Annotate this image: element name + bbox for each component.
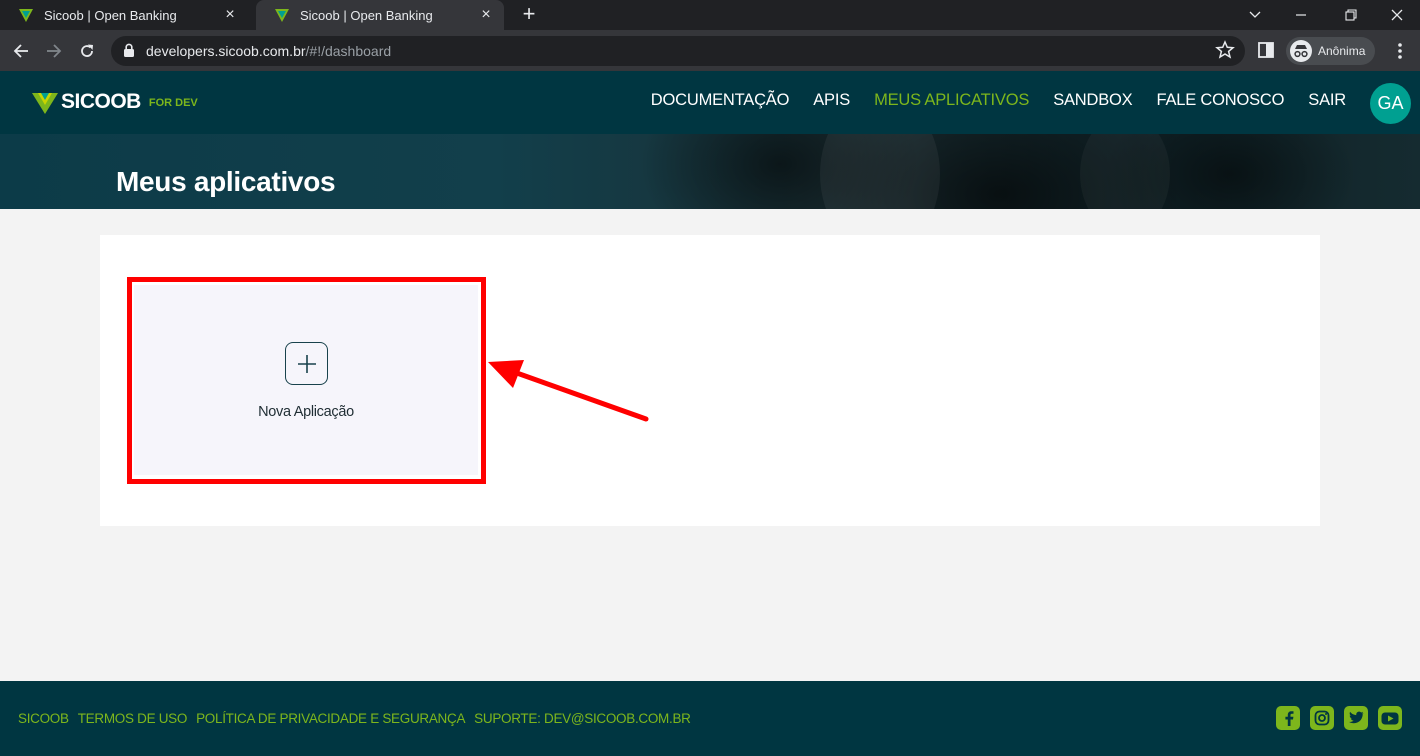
main-menu: DOCUMENTAÇÃO APIS MEUS APLICATIVOS SANDB… (651, 91, 1346, 110)
footer-link-sicoob[interactable]: SICOOB (18, 711, 69, 726)
hero-background-image (1080, 134, 1170, 209)
back-icon[interactable] (8, 38, 34, 64)
minimize-icon[interactable] (1278, 0, 1324, 30)
youtube-icon[interactable] (1378, 706, 1402, 730)
menu-item-sair[interactable]: SAIR (1308, 91, 1346, 110)
new-tab-button[interactable]: + (518, 3, 540, 25)
tab-search-chevron-icon[interactable] (1232, 0, 1278, 30)
tab-title: Sicoob | Open Banking (44, 7, 177, 23)
brand-suffix: FOR DEV (148, 97, 198, 109)
restore-icon[interactable] (1328, 0, 1374, 30)
profile-label: Anônima (1318, 44, 1366, 58)
incognito-icon (1290, 40, 1312, 62)
url-host: developers.sicoob.com.br (146, 43, 306, 59)
brand-name: SICOOB (61, 90, 141, 113)
twitter-icon[interactable] (1344, 706, 1368, 730)
lock-icon (124, 43, 134, 57)
sicoob-favicon-icon (19, 9, 33, 22)
menu-item-meus-aplicativos[interactable]: MEUS APLICATIVOS (874, 91, 1029, 110)
menu-item-sandbox[interactable]: SANDBOX (1053, 91, 1132, 110)
instagram-icon[interactable] (1310, 706, 1334, 730)
footer-links: SICOOB TERMOS DE USO POLÍTICA DE PRIVACI… (18, 711, 691, 726)
tab-title: Sicoob | Open Banking (300, 7, 433, 23)
address-bar-url: developers.sicoob.com.br/#!/dashboard (146, 43, 391, 59)
incognito-profile-button[interactable]: Anônima (1286, 37, 1376, 65)
annotation-arrow-icon (488, 360, 649, 422)
reload-icon[interactable] (74, 38, 100, 64)
side-panel-icon[interactable] (1256, 40, 1276, 60)
footer-link-termos-de-uso[interactable]: TERMOS DE USO (78, 711, 188, 726)
hero-background-image (820, 134, 940, 209)
close-tab-icon[interactable]: × (478, 7, 494, 23)
menu-item-apis[interactable]: APIS (813, 91, 850, 110)
url-path: /#!/dashboard (305, 43, 392, 59)
page-title: Meus aplicativos (116, 166, 336, 197)
close-tab-icon[interactable]: × (222, 7, 238, 23)
forward-icon[interactable] (41, 38, 67, 64)
browser-tab-active[interactable]: Sicoob | Open Banking × (256, 0, 504, 30)
browser-tab-bar: Sicoob | Open Banking × Sicoob | Open Ba… (0, 0, 1420, 30)
user-avatar[interactable]: GA (1370, 83, 1411, 124)
sicoob-logo-mark-icon (32, 93, 58, 114)
sicoob-favicon-icon (275, 9, 289, 22)
close-window-icon[interactable] (1374, 0, 1420, 30)
social-links (1276, 706, 1402, 730)
footer-link-privacidade[interactable]: POLÍTICA DE PRIVACIDADE E SEGURANÇA (196, 711, 465, 726)
browser-tab[interactable]: Sicoob | Open Banking × (0, 0, 248, 30)
add-application-button[interactable] (285, 342, 328, 385)
menu-item-fale-conosco[interactable]: FALE CONOSCO (1156, 91, 1284, 110)
browser-menu-icon[interactable] (1390, 40, 1410, 62)
plus-icon (297, 354, 316, 373)
sicoob-logo[interactable]: SICOOB FOR DEV (32, 88, 198, 116)
menu-item-documentacao[interactable]: DOCUMENTAÇÃO (651, 91, 790, 110)
new-application-label: Nova Aplicação (258, 404, 354, 420)
facebook-icon[interactable] (1276, 706, 1300, 730)
bookmark-star-icon[interactable] (1215, 40, 1235, 60)
footer-link-suporte[interactable]: SUPORTE: DEV@SICOOB.COM.BR (474, 711, 691, 726)
